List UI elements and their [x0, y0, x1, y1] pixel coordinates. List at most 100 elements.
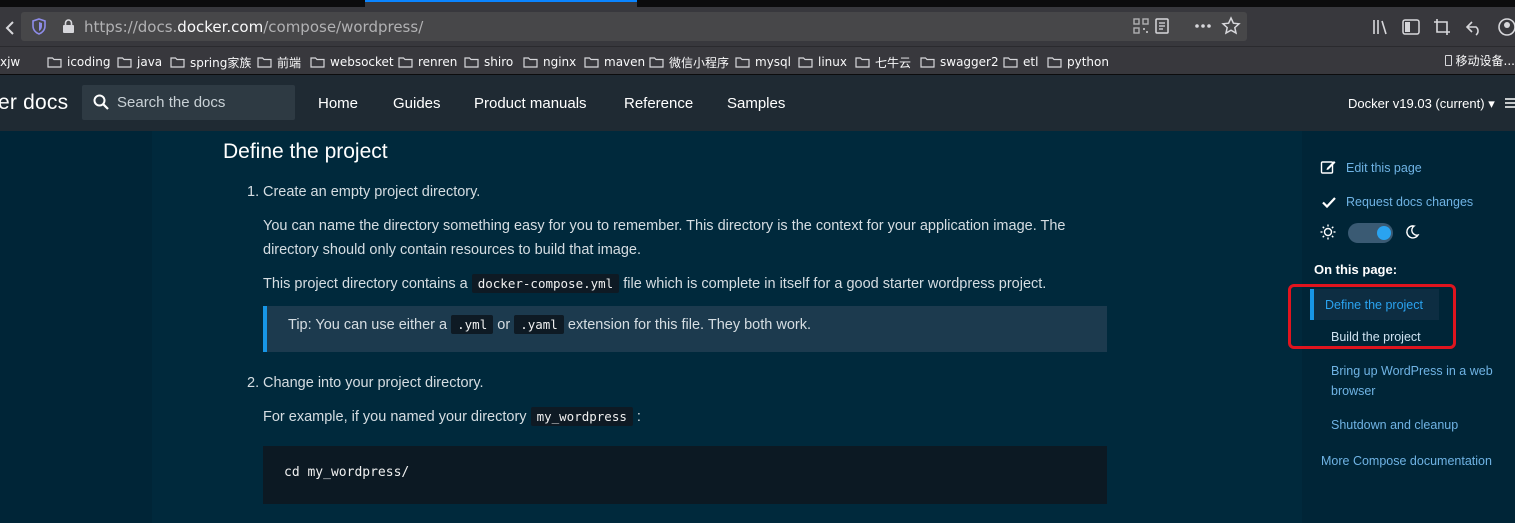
bookmark-label: icoding [67, 55, 111, 69]
url-text[interactable]: https://docs.docker.com/compose/wordpres… [84, 18, 423, 36]
menu-icon[interactable] [1503, 95, 1515, 115]
request-docs-changes-link[interactable]: Request docs changes [1346, 195, 1473, 209]
bookmark-label: linux [818, 55, 847, 69]
folder-icon [649, 57, 664, 68]
mobile-bookmarks-label: 移动设备... [1455, 54, 1515, 68]
bookmark-label: websocket [330, 55, 394, 69]
bookmark-folder[interactable]: maven [584, 53, 645, 71]
bookmark-folder[interactable]: 七牛云 [855, 53, 911, 71]
tip-text-or: or [497, 317, 511, 333]
paragraph-2-text: This project directory contains a [263, 276, 468, 292]
nav-product-manuals[interactable]: Product manuals [474, 95, 587, 112]
bookmark-folder[interactable]: xjw [0, 53, 20, 71]
inline-code: docker-compose.yml [471, 274, 620, 293]
mobile-bookmarks[interactable]: 移动设备... [1444, 52, 1515, 69]
bookmark-star-icon[interactable] [1221, 16, 1241, 36]
reader-view-icon[interactable] [1152, 16, 1172, 36]
bookmark-label: swagger2 [940, 55, 999, 69]
folder-icon [584, 57, 599, 68]
inline-code: .yaml [514, 315, 564, 334]
tip-text: Tip: You can use either a .yml or .yaml … [288, 315, 812, 334]
bookmark-label: shiro [484, 55, 514, 69]
bookmark-folder[interactable]: shiro [464, 53, 513, 71]
step1-number: 1. [247, 184, 260, 200]
toc-bring-up-wordpress-line-2[interactable]: browser [1331, 384, 1375, 398]
moon-icon[interactable] [1404, 224, 1420, 240]
folder-icon [1047, 57, 1062, 68]
bookmark-label: etl [1023, 55, 1039, 69]
folder-icon [920, 57, 935, 68]
folder-icon [855, 57, 870, 68]
edit-icon [1320, 159, 1336, 175]
nav-samples[interactable]: Samples [727, 95, 785, 112]
undo-arrow-icon[interactable] [1464, 17, 1484, 37]
folder-icon [798, 57, 813, 68]
sidebar-toggle-icon[interactable] [1401, 17, 1421, 37]
folder-icon [398, 57, 413, 68]
bookmark-folder[interactable]: java [117, 53, 162, 71]
inline-code: my_wordpress [530, 407, 633, 426]
bookmark-folder[interactable]: icoding [47, 53, 110, 71]
more-compose-docs-link[interactable]: More Compose documentation [1321, 454, 1492, 468]
bookmarks-bar: xjw icoding java spring家族 前端 websocket renren s… [0, 46, 1515, 75]
paragraph-1-line-1: You can name the directory something eas… [263, 218, 1066, 234]
more-actions-icon[interactable] [1193, 16, 1213, 36]
qr-code-icon[interactable] [1131, 16, 1151, 36]
library-icon[interactable] [1370, 17, 1390, 37]
bookmark-label: spring家族 [190, 55, 252, 70]
folder-icon [257, 57, 272, 68]
search-placeholder: Search the docs [117, 94, 226, 111]
bookmark-folder[interactable]: websocket [310, 53, 394, 71]
folder-icon [117, 57, 132, 68]
search-input[interactable]: Search the docs [82, 85, 295, 120]
bookmark-folder[interactable]: spring家族 [170, 53, 251, 71]
bookmark-folder[interactable]: 微信小程序 [649, 53, 729, 71]
toc-shutdown-and-cleanup[interactable]: Shutdown and cleanup [1331, 418, 1458, 432]
tip-callout: Tip: You can use either a .yml or .yaml … [263, 306, 1107, 352]
folder-icon [735, 57, 750, 68]
bookmark-label: nginx [543, 55, 577, 69]
sun-icon[interactable] [1320, 224, 1336, 240]
screenshot-crop-icon[interactable] [1432, 17, 1452, 37]
bookmark-folder[interactable]: mysql [735, 53, 791, 71]
mobile-device-icon [1444, 55, 1452, 66]
bookmark-folder[interactable]: 前端 [257, 53, 301, 71]
paragraph-3-text: For example, if you named your directory [263, 409, 527, 425]
theme-toggle[interactable] [1348, 223, 1393, 243]
folder-icon [1003, 57, 1018, 68]
step1-text: Create an empty project directory. [263, 184, 481, 200]
bookmark-label: maven [604, 55, 646, 69]
paragraph-2-text-end: file which is complete in itself for a g… [623, 276, 1047, 292]
nav-guides[interactable]: Guides [393, 95, 441, 112]
check-icon [1321, 194, 1337, 210]
version-dropdown[interactable]: Docker v19.03 (current) ▾ [1348, 96, 1495, 112]
account-avatar-icon[interactable] [1497, 17, 1515, 37]
nav-home[interactable]: Home [318, 95, 358, 112]
folder-icon [47, 57, 62, 68]
on-this-page-heading: On this page: [1314, 262, 1398, 277]
bookmark-folder[interactable]: swagger2 [920, 53, 999, 71]
bookmark-label: 七牛云 [875, 55, 912, 70]
version-label: Docker v19.03 (current) [1348, 96, 1485, 111]
red-highlight-box [1288, 284, 1456, 349]
toggle-knob [1377, 226, 1391, 240]
step2-number: 2. [247, 375, 260, 391]
bookmark-folder[interactable]: nginx [523, 53, 576, 71]
docs-logo[interactable]: er docs [0, 91, 68, 115]
tip-text-end: extension for this file. They both work. [567, 317, 812, 333]
bookmark-label: 微信小程序 [669, 55, 730, 70]
code-block[interactable]: cd my_wordpress/ [263, 446, 1107, 504]
edit-this-page-link[interactable]: Edit this page [1346, 161, 1422, 175]
back-arrow-icon[interactable] [2, 18, 18, 38]
bookmark-label: mysql [755, 55, 791, 69]
bookmark-folder[interactable]: python [1047, 53, 1109, 71]
url-field[interactable]: https://docs.docker.com/compose/wordpres… [21, 12, 1247, 41]
bookmark-folder[interactable]: renren [398, 53, 457, 71]
bookmark-folder[interactable]: etl [1003, 53, 1038, 71]
lock-icon[interactable] [62, 19, 75, 34]
bookmark-folder[interactable]: linux [798, 53, 847, 71]
toc-bring-up-wordpress[interactable]: Bring up WordPress in a web [1331, 364, 1493, 378]
active-tab[interactable] [365, 0, 637, 7]
nav-reference[interactable]: Reference [624, 95, 693, 112]
tracking-shield-icon[interactable] [31, 18, 47, 35]
